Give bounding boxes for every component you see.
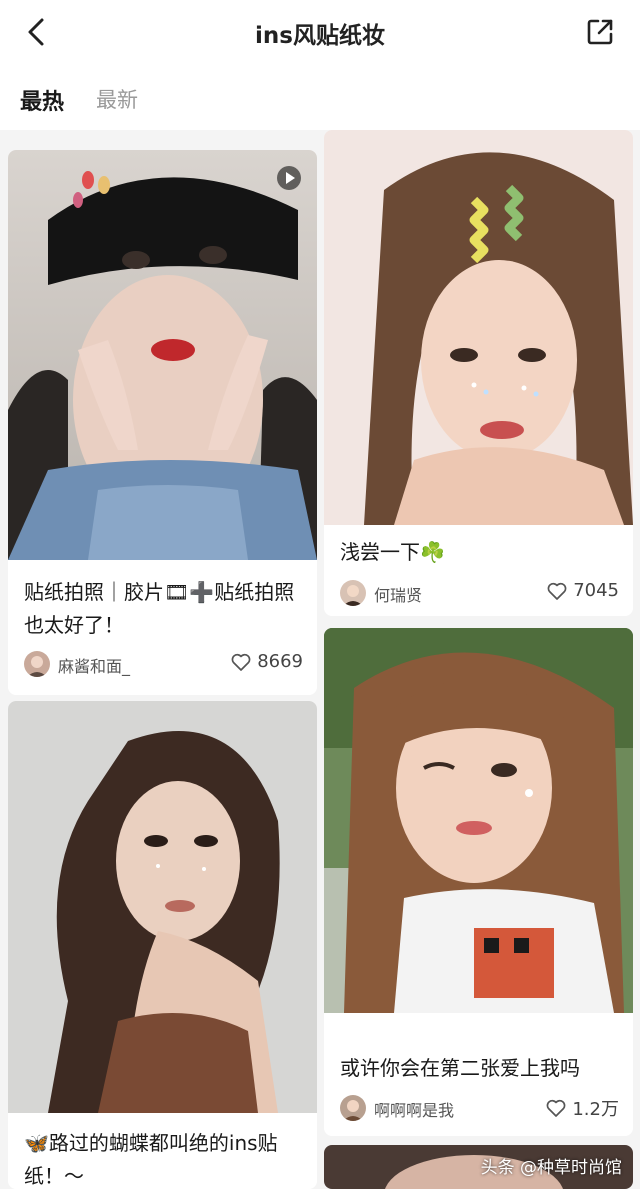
post-title[interactable]: 🦋路过的蝴蝶都叫绝的ins贴纸！～ <box>24 1127 303 1189</box>
page-title: ins风贴纸妆 <box>255 23 385 49</box>
avatar[interactable] <box>24 651 50 677</box>
post-meta: 麻酱和面_ 8669 <box>24 651 303 677</box>
post-image[interactable] <box>8 150 317 560</box>
avatar[interactable] <box>340 1095 366 1121</box>
post-image[interactable] <box>8 701 317 1113</box>
like-button[interactable]: 7045 <box>547 580 619 601</box>
post-card[interactable]: 🦋路过的蝴蝶都叫绝的ins贴纸！～ <box>8 701 317 1189</box>
post-title[interactable]: 或许你会在第二张爱上我吗 <box>340 1052 619 1085</box>
post-card[interactable]: 浅尝一下☘️ 何瑞贤 7045 <box>324 130 633 616</box>
author-name[interactable]: 何瑞贤 <box>374 582 422 606</box>
sort-tabs: 最热 最新 <box>0 66 640 130</box>
post-meta: 何瑞贤 7045 <box>340 580 619 606</box>
post-title[interactable]: 浅尝一下☘️ <box>340 536 619 569</box>
tab-hottest[interactable]: 最热 <box>20 84 64 116</box>
avatar[interactable] <box>340 580 366 606</box>
post-image[interactable] <box>324 628 633 1013</box>
like-count: 1.2万 <box>572 1099 619 1120</box>
heart-icon <box>547 582 567 600</box>
post-meta: 啊啊啊是我 1.2万 <box>340 1095 619 1121</box>
share-button[interactable] <box>582 14 618 50</box>
author-name[interactable]: 啊啊啊是我 <box>374 1097 454 1121</box>
like-button[interactable]: 1.2万 <box>546 1095 619 1121</box>
video-play-icon <box>277 166 301 190</box>
post-card[interactable]: 贴纸拍照｜胶片🎞➕贴纸拍照也太好了！ 麻酱和面_ 8669 <box>8 150 317 695</box>
top-bar: ins风贴纸妆 <box>0 0 640 66</box>
share-icon <box>587 19 613 45</box>
tab-newest[interactable]: 最新 <box>96 84 138 114</box>
like-count: 8669 <box>257 651 303 672</box>
watermark: 头条 @种草时尚馆 <box>480 1158 622 1178</box>
like-button[interactable]: 8669 <box>231 651 303 672</box>
like-count: 7045 <box>573 580 619 601</box>
author-name[interactable]: 麻酱和面_ <box>58 653 130 677</box>
heart-icon <box>546 1099 566 1117</box>
post-image[interactable] <box>324 130 633 525</box>
heart-icon <box>231 653 251 671</box>
post-title[interactable]: 贴纸拍照｜胶片🎞➕贴纸拍照也太好了！ <box>24 576 303 642</box>
post-card[interactable]: 或许你会在第二张爱上我吗 啊啊啊是我 1.2万 <box>324 628 633 1136</box>
